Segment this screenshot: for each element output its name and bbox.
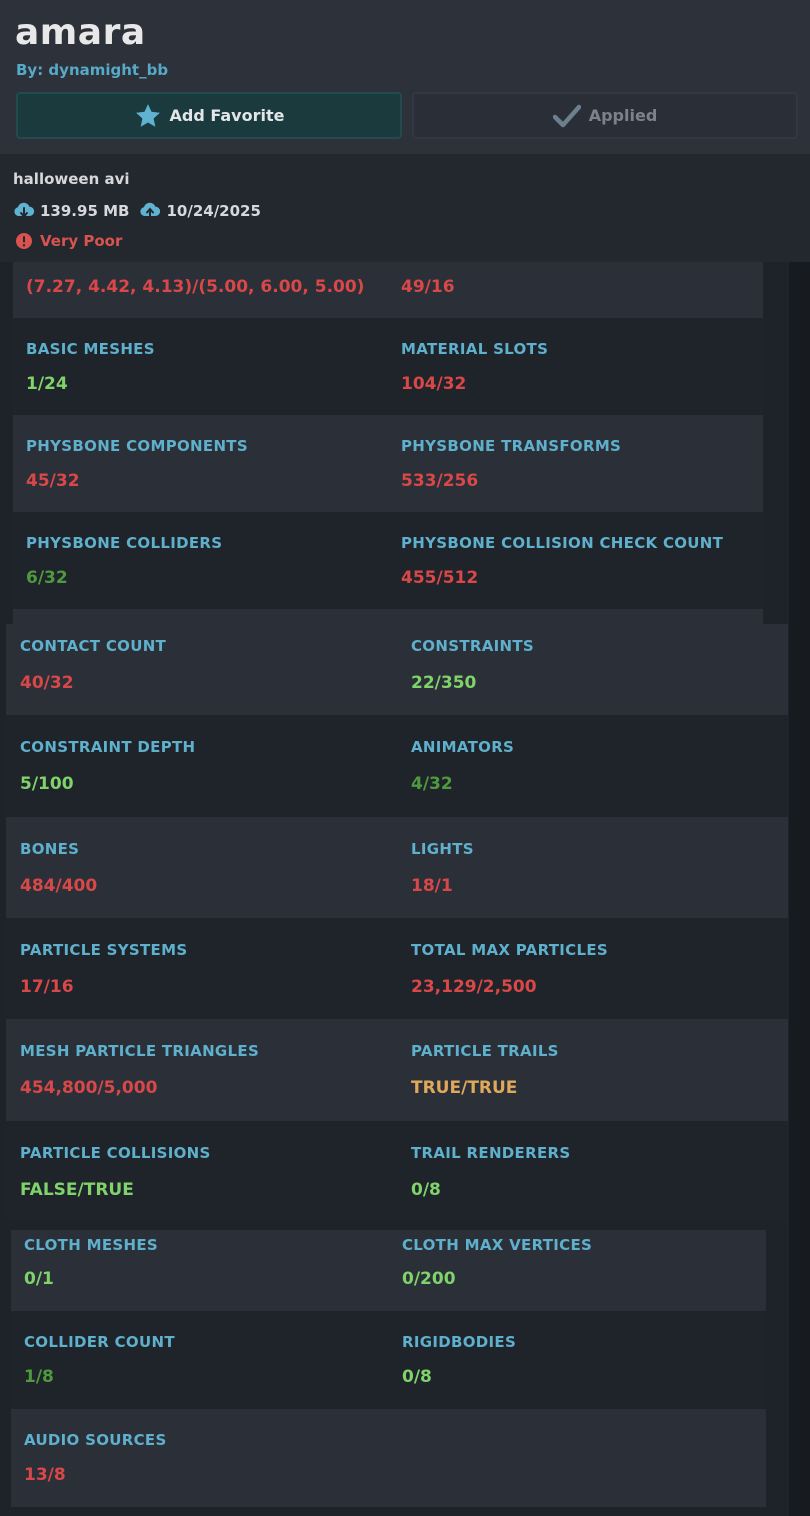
stat-value: 49/16 (401, 277, 455, 297)
stat-label: PHYSBONE COMPONENTS (26, 437, 248, 455)
stat-value: 454,800/5,000 (20, 1078, 158, 1098)
stat-value: 0/8 (411, 1180, 441, 1200)
stat-value: 1/24 (26, 374, 68, 394)
stat-value: 455/512 (401, 568, 479, 588)
stat-value: 1/8 (24, 1367, 54, 1387)
star-icon (135, 103, 160, 127)
avatar-meta: 139.95 MB 10/24/2025 (13, 202, 271, 220)
alert-circle-icon (16, 233, 32, 249)
stat-label: PHYSBONE COLLIDERS (26, 534, 223, 552)
rating-value: Very Poor (40, 232, 123, 250)
stat-label: ANIMATORS (411, 738, 515, 756)
stat-row-sliver (13, 609, 763, 624)
stat-row: BASIC MESHES 1/24 MATERIAL SLOTS 104/32 (13, 318, 763, 415)
stat-value: 22/350 (411, 673, 477, 693)
stat-label: PARTICLE TRAILS (411, 1042, 559, 1060)
stat-value: 23,129/2,500 (411, 977, 537, 997)
stat-label: MATERIAL SLOTS (401, 340, 549, 358)
stat-label: BASIC MESHES (26, 340, 155, 358)
stat-value: 45/32 (26, 471, 80, 491)
stat-label: PHYSBONE COLLISION CHECK COUNT (401, 534, 724, 552)
stat-value: TRUE/TRUE (411, 1078, 518, 1098)
stat-label: TOTAL MAX PARTICLES (411, 941, 608, 959)
stat-row: PARTICLE COLLISIONS FALSE/TRUE TRAIL REN… (6, 1121, 788, 1222)
stat-value: 0/1 (24, 1269, 54, 1289)
add-favorite-button[interactable]: Add Favorite (16, 92, 402, 139)
stat-row: (7.27, 4.42, 4.13)/(5.00, 6.00, 5.00) 49… (13, 262, 763, 318)
stat-row: CONTACT COUNT 40/32 CONSTRAINTS 22/350 (6, 624, 788, 715)
applied-button[interactable]: Applied (412, 92, 798, 139)
stat-label: CLOTH MAX VERTICES (402, 1236, 593, 1254)
file-size-value: 139.95 MB (40, 202, 130, 220)
stat-value: 104/32 (401, 374, 467, 394)
stat-value: 533/256 (401, 471, 479, 491)
stat-value: 0/200 (402, 1269, 456, 1289)
stat-label: CONSTRAINT DEPTH (20, 738, 196, 756)
avatar-description: halloween avi (13, 170, 130, 188)
cloud-upload-icon (140, 202, 161, 220)
checkmark-icon (552, 104, 581, 127)
stat-value: 6/32 (26, 568, 68, 588)
stat-label: MESH PARTICLE TRIANGLES (20, 1042, 260, 1060)
stat-label: AUDIO SOURCES (24, 1431, 167, 1449)
avatar-header: amara By: dynamight_bb Add Favorite Appl… (0, 0, 810, 154)
stat-row: AUDIO SOURCES 13/8 (11, 1409, 766, 1507)
stat-label: TRAIL RENDERERS (411, 1144, 571, 1162)
stat-row: CLOTH MESHES 0/1 CLOTH MAX VERTICES 0/20… (11, 1230, 766, 1311)
stat-label: RIGIDBODIES (402, 1333, 517, 1351)
stat-value: 13/8 (24, 1465, 66, 1485)
stat-row: BONES 484/400 LIGHTS 18/1 (6, 817, 788, 918)
stat-row: PHYSBONE COMPONENTS 45/32 PHYSBONE TRANS… (13, 415, 763, 512)
stat-value: 5/100 (20, 774, 74, 794)
upload-date: 10/24/2025 (139, 202, 261, 220)
stat-row: MESH PARTICLE TRIANGLES 454,800/5,000 PA… (6, 1019, 788, 1121)
file-size: 139.95 MB (13, 202, 129, 220)
add-favorite-label: Add Favorite (169, 106, 285, 125)
stat-value: 18/1 (411, 876, 453, 896)
author-link[interactable]: By: dynamight_bb (16, 61, 168, 79)
stat-value: 4/32 (411, 774, 453, 794)
upload-date-value: 10/24/2025 (166, 202, 261, 220)
performance-rating: Very Poor (15, 232, 122, 250)
stat-value: 17/16 (20, 977, 74, 997)
stat-value: (7.27, 4.42, 4.13)/(5.00, 6.00, 5.00) (26, 277, 365, 297)
stat-label: PARTICLE SYSTEMS (20, 941, 188, 959)
stat-label: LIGHTS (411, 840, 474, 858)
scrollbar-track[interactable] (789, 262, 810, 1516)
avatar-title: amara (15, 12, 146, 53)
stat-value: 484/400 (20, 876, 98, 896)
stat-row: PHYSBONE COLLIDERS 6/32 PHYSBONE COLLISI… (13, 512, 763, 609)
stat-value: FALSE/TRUE (20, 1180, 134, 1200)
stat-label: CONSTRAINTS (411, 637, 534, 655)
stat-row: COLLIDER COUNT 1/8 RIGIDBODIES 0/8 (11, 1311, 766, 1409)
stat-label: PHYSBONE TRANSFORMS (401, 437, 622, 455)
stat-label: CLOTH MESHES (24, 1236, 158, 1254)
applied-label: Applied (588, 106, 658, 125)
stat-label: COLLIDER COUNT (24, 1333, 175, 1351)
cloud-download-icon (14, 202, 35, 219)
stat-value: 40/32 (20, 673, 74, 693)
stat-label: CONTACT COUNT (20, 637, 167, 655)
stat-value: 0/8 (402, 1367, 432, 1387)
stat-label: PARTICLE COLLISIONS (20, 1144, 211, 1162)
stat-label: BONES (20, 840, 80, 858)
stat-row: PARTICLE SYSTEMS 17/16 TOTAL MAX PARTICL… (6, 918, 788, 1019)
stat-row: CONSTRAINT DEPTH 5/100 ANIMATORS 4/32 (6, 715, 788, 817)
